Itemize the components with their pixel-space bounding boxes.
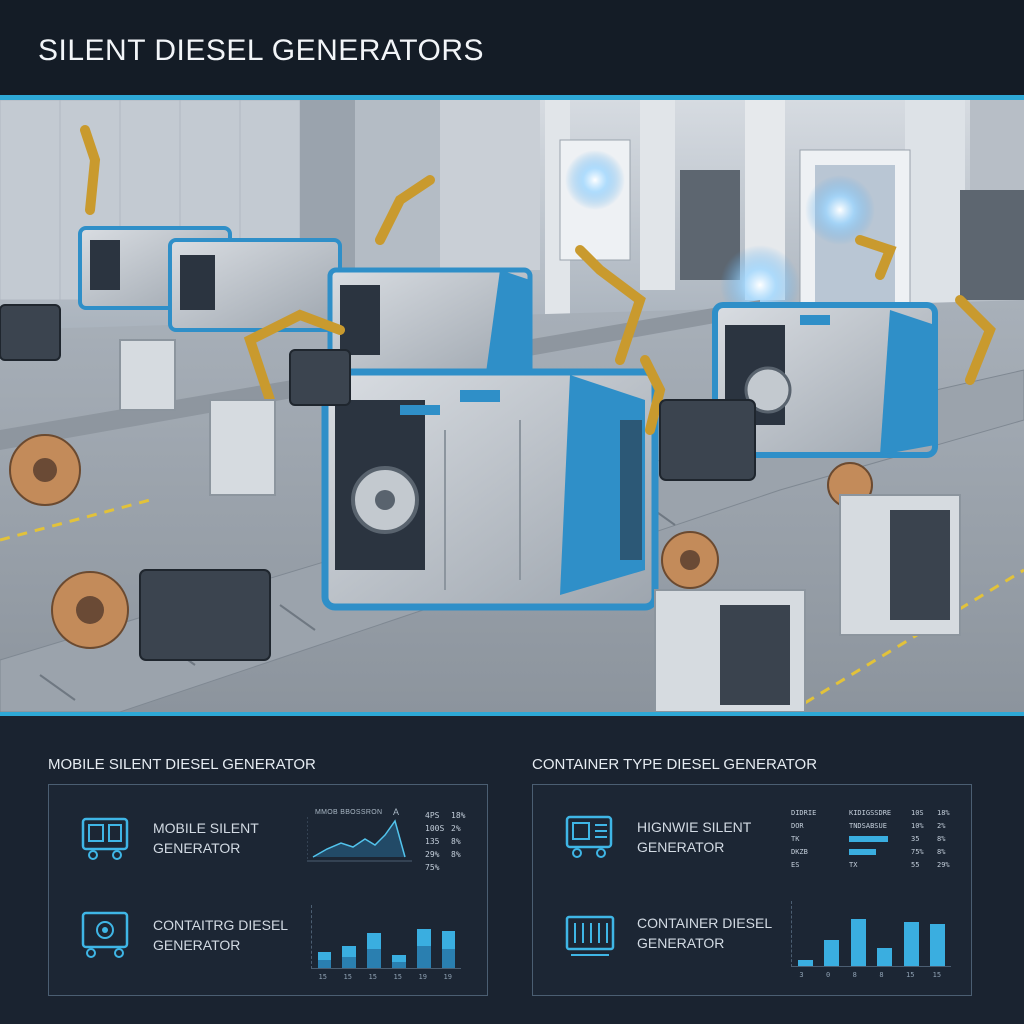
bar — [930, 924, 946, 966]
right-table-bar — [849, 849, 876, 855]
left-stat-cell: 135 — [425, 837, 440, 846]
left-stat-cell: 29% — [425, 850, 440, 859]
right-table-cell: 75% — [911, 848, 924, 856]
right-table-cell: TX — [849, 861, 858, 869]
tick-label: 0 — [826, 971, 831, 979]
tick-label: 15 — [393, 973, 402, 981]
left-row2-line1: CONTAITRG DIESEL — [153, 917, 289, 933]
right-row1-line2: GENERATOR — [637, 839, 725, 855]
bar — [877, 947, 893, 966]
left-stat-cell: 75% — [425, 863, 440, 872]
right-section-title: CONTAINER TYPE DIESEL GENERATOR — [532, 756, 818, 773]
right-table-cell: 55 — [911, 861, 920, 869]
bar-segment — [416, 945, 431, 968]
bar-segment — [367, 949, 381, 968]
right-table-cell: 29% — [937, 861, 950, 869]
bar — [824, 940, 840, 966]
bar-segment — [392, 961, 406, 968]
info-area: MOBILE SILENT DIESEL GENERATOR MOBILE SI… — [0, 716, 1024, 1024]
right-table-cell: 18% — [937, 809, 950, 817]
tick-label: 15 — [368, 973, 377, 981]
right-info-panel: HIGNWIE SILENT GENERATOR DIDRIE DOR TK DKZB… — [532, 784, 972, 996]
right-table-cell: 2% — [937, 822, 946, 830]
mobile-generator-icon — [565, 815, 613, 858]
left-row2-line2: GENERATOR — [153, 937, 241, 953]
tick-label: 19 — [418, 973, 427, 981]
right-table-cell: DIDRIE — [791, 809, 817, 817]
right-table-cell: ES — [791, 861, 800, 869]
left-stat-cell: 18% — [451, 811, 466, 820]
right-table-cell: 35 — [911, 835, 920, 843]
tick-label: 15 — [906, 971, 915, 979]
bar-segment — [317, 960, 332, 968]
page-header: SILENT DIESEL GENERATORS — [0, 0, 1024, 96]
right-row2-line2: GENERATOR — [637, 935, 725, 951]
factory-scene-illustration — [0, 100, 1024, 712]
right-bar-chart — [791, 901, 951, 967]
left-line-chart: MMOB BBOSSRON A — [307, 807, 417, 865]
tick-label: 8 — [879, 971, 884, 979]
right-table-cell: 10% — [911, 822, 924, 830]
left-stat-cell: 4PS — [425, 811, 440, 820]
right-table-cell: 8% — [937, 835, 946, 843]
right-table-bar — [849, 836, 888, 842]
bar — [903, 921, 919, 966]
right-table-cell: DKZB — [791, 848, 808, 856]
left-stat-cell: 8% — [451, 850, 461, 859]
tick-label: 8 — [852, 971, 857, 979]
tick-label: 3 — [799, 971, 804, 979]
left-bar-chart — [311, 905, 461, 969]
generator-icon — [81, 817, 129, 860]
left-stat-cell: 100S — [425, 824, 445, 833]
right-table-cell: 8% — [937, 848, 946, 856]
left-row1-text: MOBILE SILENT GENERATOR — [153, 818, 293, 858]
left-stat-cell: 8% — [451, 837, 461, 846]
tick-label: 15 — [932, 971, 942, 979]
left-stat-cell: 2% — [451, 824, 461, 833]
right-table-cell: 10S — [911, 809, 924, 817]
tick-label: 15 — [343, 973, 352, 981]
left-line-chart-peak-label: A — [393, 807, 400, 817]
page-title: SILENT DIESEL GENERATORS — [38, 34, 485, 67]
bar-segment — [441, 949, 456, 968]
left-section-title: MOBILE SILENT DIESEL GENERATOR — [48, 756, 316, 773]
left-line-chart-title: MMOB BBOSSRON — [315, 809, 383, 816]
right-row2-text: CONTAINER DIESEL GENERATOR — [637, 913, 777, 953]
container-icon — [565, 915, 615, 956]
bar — [797, 959, 813, 966]
tick-label: 19 — [443, 973, 452, 981]
right-row2-line1: CONTAINER DIESEL — [637, 915, 773, 931]
bar — [850, 919, 866, 966]
left-line-chart-svg — [307, 817, 412, 862]
bar-segment — [342, 956, 357, 968]
right-row1-line1: HIGNWIE SILENT — [637, 819, 752, 835]
right-row1-text: HIGNWIE SILENT GENERATOR — [637, 817, 777, 857]
tick-label: 15 — [318, 973, 327, 981]
left-row2-text: CONTAITRG DIESEL GENERATOR — [153, 915, 293, 955]
left-row1-line1: MOBILE SILENT — [153, 820, 259, 836]
left-row1-line2: GENERATOR — [153, 840, 241, 856]
right-table-cell: KIDIGSSDRE — [849, 809, 892, 817]
diesel-engine-icon — [81, 911, 129, 958]
right-table-cell: TNDSABSUE — [849, 822, 887, 830]
factory-scene-svg — [0, 100, 1024, 712]
left-info-panel: MOBILE SILENT GENERATOR MMOB BBOSSRON A … — [48, 784, 488, 996]
right-table-cell: TK — [791, 835, 800, 843]
right-table-cell: DOR — [791, 822, 804, 830]
